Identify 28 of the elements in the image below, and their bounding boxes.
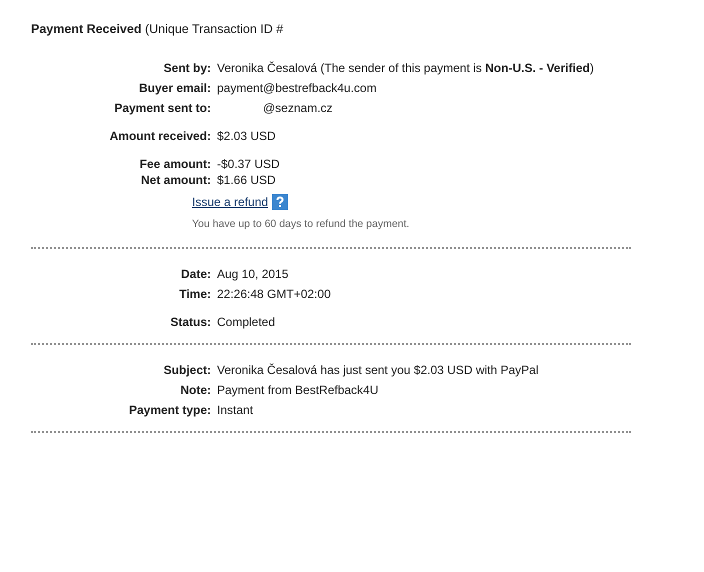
field-label: Payment type: — [128, 402, 212, 418]
field-label: Subject: — [162, 362, 212, 378]
field-value: @seznam.cz — [262, 100, 333, 117]
refund-hint: You have up to 60 days to refund the payment. — [191, 216, 410, 232]
field-value: Payment from BestRefback4U — [217, 382, 378, 398]
field-value: $1.66 USD — [217, 172, 276, 189]
field-value: Aug 10, 2015 — [217, 266, 288, 282]
field-label: Fee amount: — [138, 156, 212, 173]
field-value: Veronika Česalová has just sent you $2.03 USD with PayPal — [217, 362, 539, 378]
field-label: Time: — [178, 286, 212, 302]
field-label: Date: — [180, 266, 212, 282]
field-label: Amount received: — [108, 128, 212, 145]
field-label: Sent by: — [162, 60, 212, 77]
field-value: Instant — [217, 402, 254, 418]
help-icon[interactable] — [272, 194, 288, 210]
field-label: Buyer email: — [138, 80, 212, 97]
field-value: 22:26:48 GMT+02:00 — [217, 286, 331, 302]
field-label: Status: — [169, 314, 212, 330]
field-value: -$0.37 USD — [217, 156, 280, 173]
page-title: Payment Received (Unique Transaction ID # — [31, 21, 284, 38]
field-value: payment@bestrefback4u.com — [217, 80, 377, 97]
field-label: Net amount: — [140, 172, 212, 189]
field-value: Completed — [217, 314, 276, 330]
field-label: Payment sent to: — [113, 100, 212, 117]
refund-link[interactable]: Issue a refund — [192, 192, 268, 211]
field-value: Veronika Česalová (The sender of this payment is Non-U.S. - Verified) — [217, 60, 594, 77]
field-value: $2.03 USD — [217, 128, 276, 145]
field-label: Note: — [179, 382, 212, 398]
